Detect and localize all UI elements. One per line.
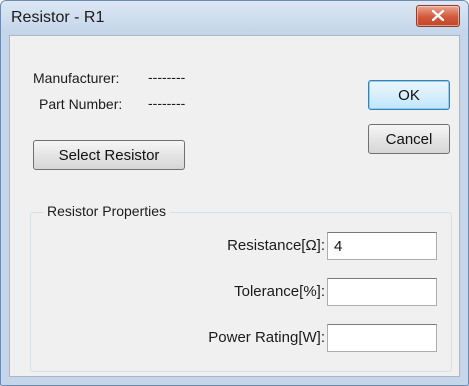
ok-button[interactable]: OK <box>368 80 450 110</box>
power-rating-label: Power Rating[W]: <box>208 329 325 346</box>
resistance-input[interactable] <box>327 232 437 260</box>
window-title: Resistor - R1 <box>11 9 105 26</box>
manufacturer-value: -------- <box>148 69 186 85</box>
part-number-label: Part Number: <box>39 96 123 112</box>
resistor-properties-group: Resistor Properties Resistance[Ω]: Toler… <box>30 203 452 372</box>
resistor-dialog: Resistor - R1 Manufacturer: -------- Par… <box>0 0 469 386</box>
cancel-button[interactable]: Cancel <box>368 124 450 154</box>
part-number-value: -------- <box>148 95 186 111</box>
manufacturer-label: Manufacturer: <box>33 70 120 86</box>
tolerance-label: Tolerance[%]: <box>234 283 325 300</box>
close-icon <box>432 10 444 21</box>
title-bar[interactable]: Resistor - R1 <box>1 1 468 35</box>
tolerance-input[interactable] <box>327 278 437 306</box>
resistor-properties-title: Resistor Properties <box>43 203 171 219</box>
close-button[interactable] <box>416 5 460 27</box>
dialog-body: Manufacturer: -------- Part Number: ----… <box>9 35 460 377</box>
power-rating-input[interactable] <box>327 324 437 352</box>
select-resistor-button[interactable]: Select Resistor <box>33 140 185 170</box>
resistance-label: Resistance[Ω]: <box>227 237 325 254</box>
